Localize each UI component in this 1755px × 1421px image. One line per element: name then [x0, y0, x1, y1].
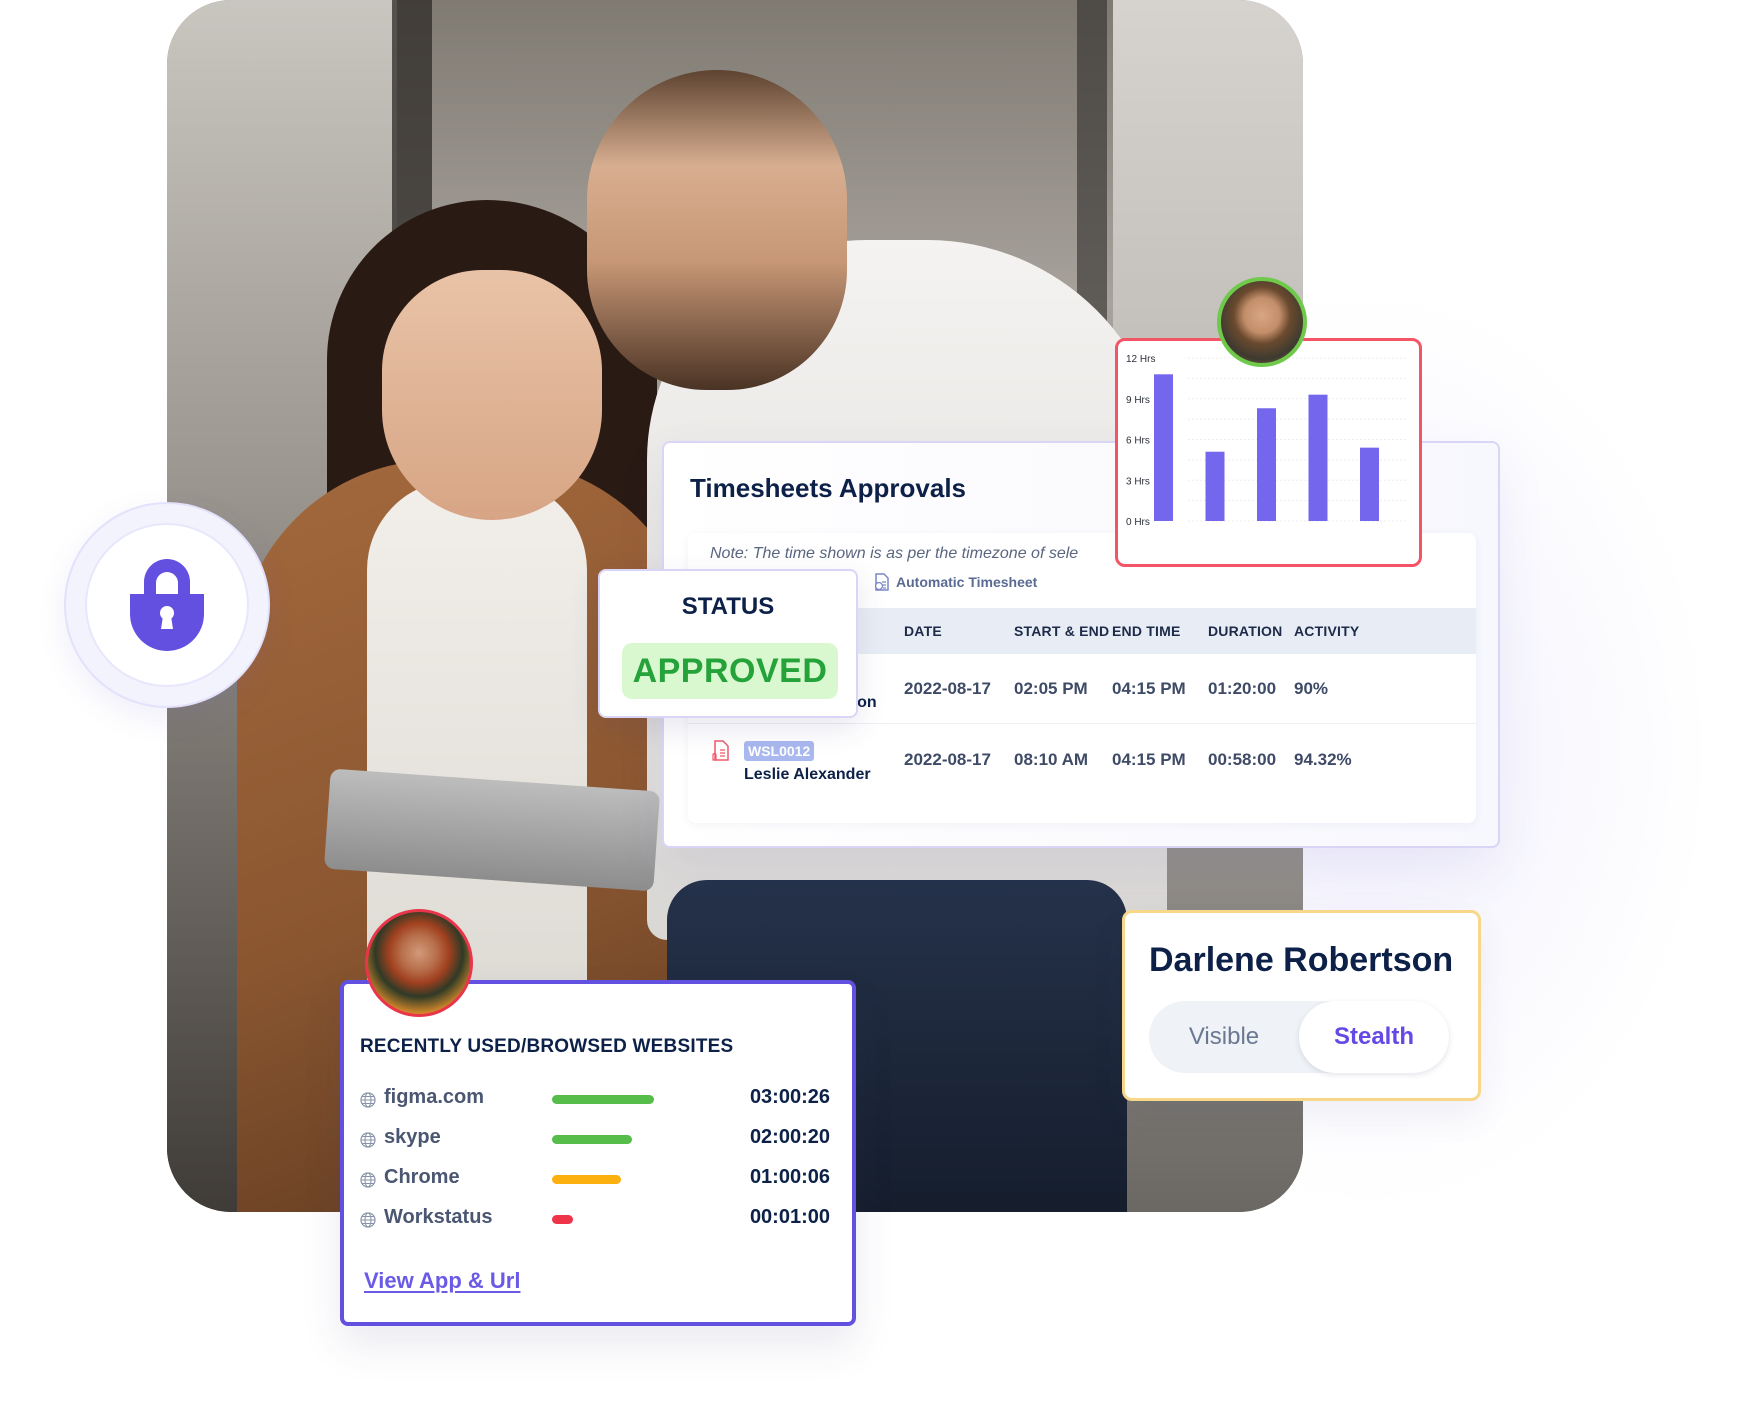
- chart-bar[interactable]: [1154, 374, 1173, 521]
- toggle-option-stealth[interactable]: Stealth: [1299, 1001, 1449, 1073]
- activity-cell: 90%: [1294, 679, 1329, 698]
- status-badge: APPROVED: [622, 643, 838, 699]
- website-row[interactable]: figma.com 03:00:26: [360, 1084, 840, 1114]
- employee-avatar-female: [365, 909, 473, 1017]
- employee-avatar-male: [1217, 277, 1307, 367]
- lock-icon: [130, 559, 204, 651]
- tracking-mode-card: Darlene Robertson Visible Stealth: [1122, 910, 1481, 1101]
- globe-icon: [360, 1132, 376, 1148]
- automatic-timesheet-legend: Automatic Timesheet: [874, 573, 1037, 591]
- photo-woman-face: [382, 270, 602, 520]
- y-tick-label: 9 Hrs: [1126, 395, 1150, 406]
- website-name: skype: [384, 1126, 441, 1148]
- activity-cell: 94.32%: [1294, 750, 1352, 769]
- usage-bar: [552, 1095, 655, 1104]
- tracking-mode-toggle[interactable]: Visible Stealth: [1149, 1001, 1449, 1073]
- panel-title: Timesheets Approvals: [690, 473, 966, 503]
- duration-cell: 00:58:00: [1208, 750, 1277, 769]
- timezone-note: Note: The time shown is as per the timez…: [710, 545, 1079, 562]
- table-row[interactable]: WSL0012 Leslie Alexander 2022-08-17 08:1…: [688, 725, 1476, 795]
- usage-bar-track: [552, 1215, 692, 1224]
- end-cell: 04:15 PM: [1112, 679, 1186, 698]
- usage-bar: [552, 1215, 573, 1224]
- date-cell: 2022-08-17: [904, 679, 991, 698]
- employee-id-badge: WSL0012: [744, 741, 815, 761]
- chart-bar[interactable]: [1360, 447, 1379, 521]
- chart-bar[interactable]: [1257, 408, 1276, 521]
- start-cell: 02:05 PM: [1014, 679, 1088, 698]
- globe-icon: [360, 1092, 376, 1108]
- lock-badge-inner: [85, 523, 249, 687]
- y-tick-label: 12 Hrs: [1126, 354, 1155, 365]
- column-header-duration[interactable]: DURATION: [1208, 623, 1282, 639]
- chart-bar[interactable]: [1205, 451, 1225, 521]
- usage-time: 01:00:06: [749, 1166, 830, 1188]
- y-tick-label: 3 Hrs: [1126, 476, 1150, 487]
- panel-title: RECENTLY USED/BROWSED WEBSITES: [360, 1036, 734, 1057]
- column-header-end-time[interactable]: END TIME: [1112, 623, 1181, 639]
- hours-bar-chart: 0 Hrs 3 Hrs 6 Hrs 9 Hrs 12 Hrs: [1126, 354, 1408, 528]
- lock-badge: [64, 502, 270, 708]
- globe-icon: [360, 1172, 376, 1188]
- column-header-activity[interactable]: ACTIVITY: [1294, 623, 1359, 639]
- end-cell: 04:15 PM: [1112, 750, 1186, 769]
- website-row[interactable]: skype 02:00:20: [360, 1124, 840, 1154]
- website-row[interactable]: Workstatus 00:01:00: [360, 1204, 840, 1234]
- view-app-url-link[interactable]: View App & Url: [364, 1268, 520, 1294]
- website-name: Workstatus: [384, 1206, 493, 1228]
- website-row[interactable]: Chrome 01:00:06: [360, 1164, 840, 1194]
- automatic-timesheet-label: Automatic Timesheet: [896, 574, 1038, 590]
- employee-name: Leslie Alexander: [744, 766, 871, 783]
- photo-man-head: [587, 70, 847, 390]
- timesheet-file-icon: [874, 573, 889, 591]
- usage-bar: [552, 1135, 632, 1144]
- globe-icon: [360, 1212, 376, 1228]
- chart-bar[interactable]: [1308, 394, 1328, 521]
- column-header-date[interactable]: DATE: [904, 623, 942, 639]
- y-tick-label: 0 Hrs: [1126, 517, 1150, 528]
- website-name: figma.com: [384, 1086, 485, 1108]
- y-tick-label: 6 Hrs: [1126, 436, 1150, 447]
- usage-bar: [552, 1175, 621, 1184]
- employee-name: Darlene Robertson: [1149, 941, 1454, 979]
- usage-bar-track: [552, 1135, 692, 1144]
- start-cell: 08:10 AM: [1014, 750, 1089, 769]
- usage-bar-track: [552, 1175, 692, 1184]
- hours-chart-card: 0 Hrs 3 Hrs 6 Hrs 9 Hrs 12 Hrs: [1115, 338, 1422, 567]
- website-name: Chrome: [384, 1166, 460, 1188]
- column-header-start-end[interactable]: START & END: [1014, 623, 1109, 639]
- toggle-option-visible[interactable]: Visible: [1149, 1001, 1299, 1073]
- usage-bar-track: [552, 1095, 692, 1104]
- usage-time: 02:00:20: [749, 1126, 830, 1148]
- status-title: STATUS: [681, 593, 775, 620]
- manual-timesheet-icon: [712, 740, 729, 761]
- date-cell: 2022-08-17: [904, 750, 991, 769]
- usage-time: 03:00:26: [749, 1086, 830, 1108]
- duration-cell: 01:20:00: [1208, 679, 1277, 698]
- recent-websites-panel: RECENTLY USED/BROWSED WEBSITES figma.com…: [340, 980, 856, 1326]
- usage-time: 00:01:00: [749, 1206, 830, 1228]
- status-card: STATUS APPROVED: [598, 569, 858, 718]
